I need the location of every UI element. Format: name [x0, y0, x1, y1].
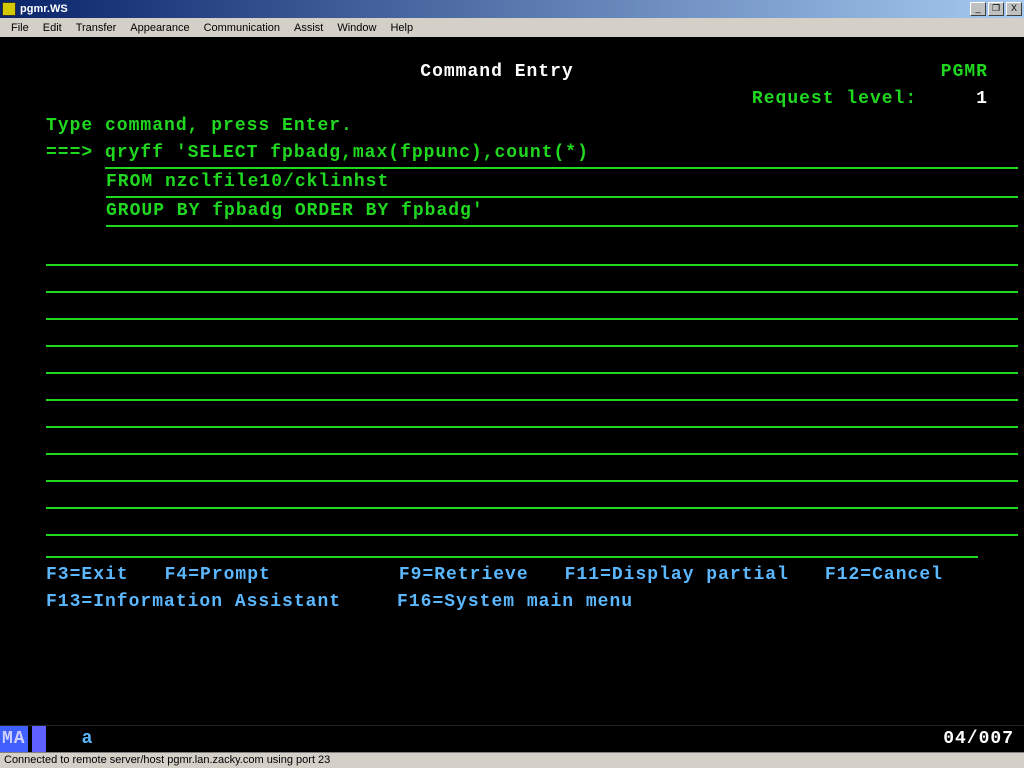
menu-appearance[interactable]: Appearance	[123, 20, 196, 36]
request-level-value: 1	[976, 89, 988, 109]
menu-help[interactable]: Help	[383, 20, 420, 36]
user-id: PGMR	[941, 62, 988, 82]
status-block	[32, 726, 46, 753]
window-titlebar: pgmr.WS _ ❐ X	[0, 0, 1024, 18]
input-line-7[interactable]	[46, 323, 1018, 347]
input-line-10[interactable]	[46, 404, 1018, 428]
terminal-status-bar: MA a 04/007	[0, 725, 1024, 752]
fkey-f16: F16=System main menu	[397, 589, 669, 616]
input-line-14[interactable]	[46, 512, 1018, 536]
window-status-bar: Connected to remote server/host pgmr.lan…	[0, 752, 1024, 768]
menu-assist[interactable]: Assist	[287, 20, 330, 36]
menubar: File Edit Transfer Appearance Communicat…	[0, 18, 1024, 37]
screen-title: Command Entry	[420, 59, 573, 86]
function-keys-row-2: F13=Information Assistant F16=System mai…	[6, 589, 1018, 616]
status-indicator: MA	[0, 726, 28, 753]
instruction-text: Type command, press Enter.	[6, 113, 1018, 140]
fkey-f9: F9=Retrieve	[399, 562, 565, 589]
maximize-button[interactable]: ❐	[988, 2, 1004, 16]
menu-file[interactable]: File	[4, 20, 36, 36]
fkey-f4: F4=Prompt	[165, 562, 307, 589]
connection-status: Connected to remote server/host pgmr.lan…	[4, 754, 330, 766]
fkey-f12: F12=Cancel	[825, 562, 979, 589]
command-line-1[interactable]: qryff 'SELECT fpbadg,max(fppunc),count(*…	[105, 140, 589, 169]
input-line-4[interactable]	[46, 242, 1018, 266]
status-mode: a	[46, 726, 94, 753]
menu-communication[interactable]: Communication	[197, 20, 287, 36]
input-line-11[interactable]	[46, 431, 1018, 455]
input-line-6[interactable]	[46, 296, 1018, 320]
input-line-13[interactable]	[46, 485, 1018, 509]
close-button[interactable]: X	[1006, 2, 1022, 16]
input-line-5[interactable]	[46, 269, 1018, 293]
minimize-button[interactable]: _	[970, 2, 986, 16]
command-prompt: ===>	[46, 140, 93, 169]
command-line-3[interactable]: GROUP BY fpbadg ORDER BY fpbadg'	[106, 198, 484, 227]
window-title: pgmr.WS	[20, 3, 68, 15]
menu-edit[interactable]: Edit	[36, 20, 69, 36]
fkey-f3: F3=Exit	[46, 562, 165, 589]
input-line-12[interactable]	[46, 458, 1018, 482]
terminal-screen[interactable]: Command Entry PGMR Request level: 1 Type…	[0, 37, 1024, 752]
menu-window[interactable]: Window	[330, 20, 383, 36]
request-level-label: Request level:	[752, 89, 917, 109]
menu-transfer[interactable]: Transfer	[69, 20, 124, 36]
divider-line	[46, 556, 978, 558]
function-keys-row-1: F3=Exit F4=Prompt F9=Retrieve F11=Displa…	[6, 562, 1018, 589]
cursor-position: 04/007	[943, 726, 1014, 753]
app-icon	[2, 2, 16, 16]
fkey-f13: F13=Information Assistant	[46, 589, 377, 616]
input-line-8[interactable]	[46, 350, 1018, 374]
command-line-2[interactable]: FROM nzclfile10/cklinhst	[106, 169, 389, 198]
input-line-9[interactable]	[46, 377, 1018, 401]
fkey-f11: F11=Display partial	[565, 562, 825, 589]
